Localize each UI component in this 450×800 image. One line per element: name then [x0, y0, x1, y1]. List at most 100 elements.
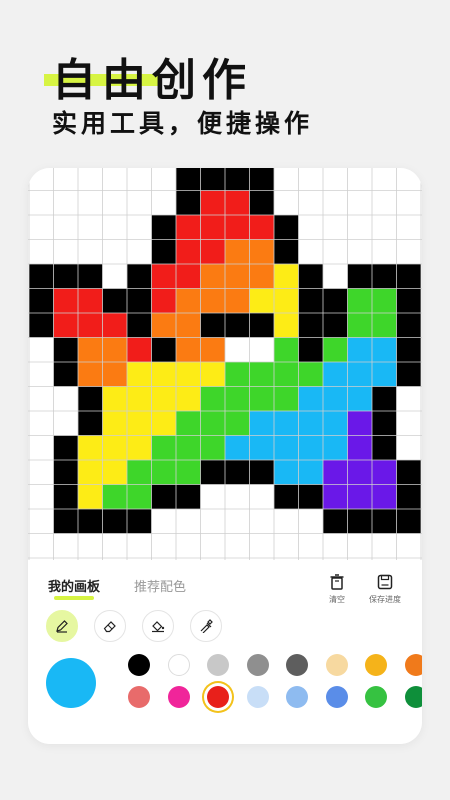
- pixel-cell[interactable]: [323, 337, 348, 363]
- pixel-cell[interactable]: [127, 435, 152, 461]
- pixel-cell[interactable]: [102, 239, 128, 265]
- pixel-cell[interactable]: [127, 337, 152, 363]
- color-swatch[interactable]: [365, 654, 387, 676]
- color-swatch[interactable]: [167, 686, 190, 708]
- pixel-cell[interactable]: [53, 484, 79, 510]
- pixel-cell[interactable]: [298, 533, 324, 559]
- pixel-cell[interactable]: [200, 288, 226, 314]
- pixel-cell[interactable]: [396, 264, 422, 289]
- pixel-cell[interactable]: [274, 533, 299, 559]
- pixel-cell[interactable]: [347, 215, 373, 240]
- color-swatch[interactable]: [167, 654, 190, 676]
- pixel-cell[interactable]: [102, 313, 128, 338]
- pixel-cell[interactable]: [102, 337, 128, 363]
- pixel-cell[interactable]: [29, 484, 54, 510]
- pixel-cell[interactable]: [176, 460, 201, 485]
- pixel-cell[interactable]: [200, 239, 226, 265]
- save-progress-button[interactable]: 保存进度: [362, 574, 408, 605]
- pixel-cell[interactable]: [249, 264, 275, 289]
- pixel-cell[interactable]: [372, 239, 397, 265]
- pixel-cell[interactable]: [29, 362, 54, 387]
- pixel-cell[interactable]: [29, 168, 54, 191]
- color-swatch[interactable]: [128, 686, 150, 708]
- pixel-cell[interactable]: [372, 215, 397, 240]
- pixel-cell[interactable]: [225, 435, 250, 461]
- color-swatch[interactable]: [325, 654, 348, 676]
- pixel-cell[interactable]: [29, 435, 54, 461]
- pixel-cell[interactable]: [200, 386, 226, 412]
- pixel-cell[interactable]: [298, 239, 324, 265]
- pixel-cell[interactable]: [151, 362, 177, 387]
- pixel-cell[interactable]: [323, 239, 348, 265]
- pixel-cell[interactable]: [151, 239, 177, 265]
- pixel-cell[interactable]: [78, 435, 103, 461]
- pixel-cell[interactable]: [274, 168, 299, 191]
- pixel-cell[interactable]: [127, 190, 152, 216]
- color-swatch[interactable]: [207, 686, 229, 708]
- pixel-cell[interactable]: [225, 288, 250, 314]
- pixel-cell[interactable]: [372, 533, 397, 559]
- pixel-cell[interactable]: [78, 460, 103, 485]
- pixel-cell[interactable]: [347, 484, 373, 510]
- color-swatch[interactable]: [286, 654, 308, 676]
- pixel-cell[interactable]: [372, 337, 397, 363]
- pixel-grid[interactable]: [28, 168, 422, 560]
- pixel-cell[interactable]: [102, 168, 128, 191]
- pixel-cell[interactable]: [347, 386, 373, 412]
- pixel-cell[interactable]: [151, 386, 177, 412]
- pixel-cell[interactable]: [249, 239, 275, 265]
- pixel-cell[interactable]: [78, 288, 103, 314]
- pixel-cell[interactable]: [298, 484, 324, 510]
- pixel-cell[interactable]: [78, 337, 103, 363]
- pixel-cell[interactable]: [249, 386, 275, 412]
- pixel-cell[interactable]: [249, 337, 275, 363]
- pixel-cell[interactable]: [53, 239, 79, 265]
- pixel-cell[interactable]: [127, 215, 152, 240]
- pixel-cell[interactable]: [274, 337, 299, 363]
- pixel-cell[interactable]: [176, 411, 201, 436]
- pixel-cell[interactable]: [372, 484, 397, 510]
- pixel-cell[interactable]: [274, 239, 299, 265]
- pixel-cell[interactable]: [347, 288, 373, 314]
- pixel-cell[interactable]: [274, 362, 299, 387]
- pixel-cell[interactable]: [53, 337, 79, 363]
- pixel-cell[interactable]: [274, 288, 299, 314]
- pixel-cell[interactable]: [249, 411, 275, 436]
- pixel-cell[interactable]: [176, 264, 201, 289]
- pixel-cell[interactable]: [176, 484, 201, 510]
- pixel-cell[interactable]: [249, 362, 275, 387]
- pixel-cell[interactable]: [151, 460, 177, 485]
- pixel-cell[interactable]: [274, 190, 299, 216]
- pixel-cell[interactable]: [78, 313, 103, 338]
- pixel-cell[interactable]: [102, 435, 128, 461]
- eyedropper-tool-button[interactable]: [190, 610, 222, 642]
- pixel-cell[interactable]: [298, 460, 324, 485]
- pixel-cell[interactable]: [372, 460, 397, 485]
- pixel-cell[interactable]: [102, 533, 128, 559]
- pixel-cell[interactable]: [396, 215, 422, 240]
- pixel-cell[interactable]: [225, 313, 250, 338]
- pixel-cell[interactable]: [29, 190, 54, 216]
- pixel-cell[interactable]: [127, 386, 152, 412]
- pixel-cell[interactable]: [78, 264, 103, 289]
- pixel-cell[interactable]: [127, 168, 152, 191]
- pixel-cell[interactable]: [176, 190, 201, 216]
- pixel-cell[interactable]: [176, 168, 201, 191]
- pixel-cell[interactable]: [274, 411, 299, 436]
- color-swatch[interactable]: [365, 686, 387, 708]
- pixel-cell[interactable]: [298, 509, 324, 534]
- pixel-cell[interactable]: [249, 288, 275, 314]
- pixel-cell[interactable]: [29, 411, 54, 436]
- pixel-cell[interactable]: [323, 168, 348, 191]
- pixel-cell[interactable]: [249, 168, 275, 191]
- pixel-cell[interactable]: [347, 435, 373, 461]
- pixel-cell[interactable]: [53, 509, 79, 534]
- pixel-cell[interactable]: [53, 362, 79, 387]
- pixel-cell[interactable]: [323, 460, 348, 485]
- color-swatch[interactable]: [207, 654, 229, 676]
- color-swatch[interactable]: [246, 654, 269, 676]
- pixel-cell[interactable]: [249, 533, 275, 559]
- pixel-cell[interactable]: [29, 239, 54, 265]
- pixel-cell[interactable]: [225, 386, 250, 412]
- pixel-cell[interactable]: [225, 215, 250, 240]
